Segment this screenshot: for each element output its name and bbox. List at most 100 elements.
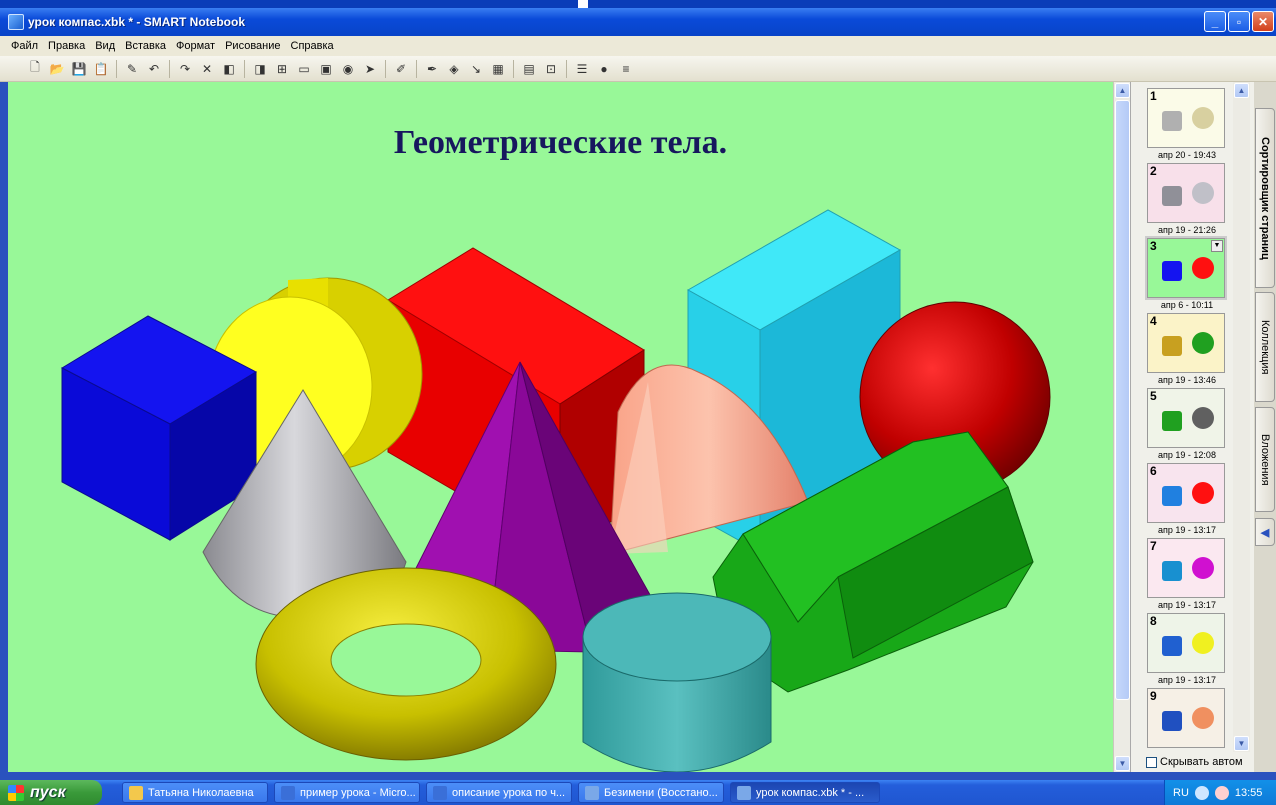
clock[interactable]: 13:55 <box>1235 787 1263 799</box>
select-arrow-icon[interactable]: ➤ <box>362 61 378 77</box>
thumbnail-shape <box>1192 332 1214 354</box>
more-icon[interactable]: ≡ <box>618 61 634 77</box>
page-thumbnail[interactable]: 1 апр 20 - 19:43 <box>1147 88 1225 160</box>
toolbar-separator <box>116 59 117 78</box>
network-icon[interactable] <box>1194 785 1209 800</box>
page-thumbnail[interactable]: 6 апр 19 - 13:17 <box>1147 463 1225 535</box>
taskbar-button-label: Безимени (Восстано... <box>604 786 718 799</box>
page-thumbnail[interactable]: 2 апр 19 - 21:26 <box>1147 163 1225 235</box>
creative-pen-icon[interactable]: ✒ <box>424 61 440 77</box>
screen-shade-icon[interactable]: ▭ <box>296 61 312 77</box>
page-number: 3 <box>1150 239 1157 253</box>
prev-page-icon[interactable]: ◧ <box>221 61 237 77</box>
camera-icon[interactable]: ◉ <box>340 61 356 77</box>
scroll-down-button[interactable]: ▼ <box>1115 756 1130 771</box>
tab-page-sorter-label: Сортировщик страниц <box>1259 136 1271 260</box>
back-arrow-icon[interactable]: ◀ <box>1255 518 1275 546</box>
thumbnail-shape <box>1192 482 1214 504</box>
auto-hide-option[interactable]: Скрывать автом <box>1142 752 1254 772</box>
page-date-label: апр 19 - 13:17 <box>1158 675 1216 685</box>
close-button[interactable]: ✕ <box>1252 11 1274 32</box>
paste-icon[interactable]: 📋 <box>93 61 109 77</box>
sorter-scroll-down-button[interactable]: ▼ <box>1234 736 1249 751</box>
page-thumbnail[interactable]: 7 апр 19 - 13:17 <box>1147 538 1225 610</box>
menu-item-0[interactable]: Файл <box>6 40 43 52</box>
page-number: 1 <box>1150 89 1157 103</box>
language-indicator[interactable]: RU <box>1173 787 1189 799</box>
page-thumbnail[interactable]: 3 ▼ апр 6 - 10:11 <box>1145 236 1227 310</box>
page-thumbnail[interactable]: 4 апр 19 - 13:46 <box>1147 313 1225 385</box>
geometric-shapes-illustration[interactable] <box>8 82 1113 772</box>
thumbnail-shape <box>1162 561 1182 581</box>
eraser-icon[interactable]: ◈ <box>446 61 462 77</box>
sorter-scrollbar[interactable]: ▲ ▼ <box>1233 82 1250 752</box>
app-icon <box>281 785 295 800</box>
system-tray: RU 13:55 <box>1164 780 1276 805</box>
page-thumbnail[interactable]: 9 <box>1147 688 1225 748</box>
page-number: 2 <box>1150 164 1157 178</box>
menu-item-5[interactable]: Рисование <box>220 40 285 52</box>
taskbar-button[interactable]: урок компас.xbk * - ... <box>730 782 880 803</box>
windows-flag-icon <box>8 784 24 801</box>
toolbar-separator <box>169 59 170 78</box>
tab-attachments[interactable]: Вложения <box>1255 407 1275 512</box>
minimize-button[interactable]: _ <box>1204 11 1226 32</box>
canvas-vertical-scrollbar[interactable]: ▲ ▼ <box>1113 82 1130 772</box>
thumbnail-shape <box>1162 636 1182 656</box>
new-file-icon[interactable]: 🗋 <box>27 60 43 77</box>
slide-title[interactable]: Геометрические тела. <box>8 124 1113 162</box>
taskbar-button[interactable]: Безимени (Восстано... <box>578 782 724 803</box>
taskbar-button[interactable]: описание урока по ч... <box>426 782 572 803</box>
menu-item-6[interactable]: Справка <box>286 40 339 52</box>
redo-icon[interactable]: ↷ <box>177 61 193 77</box>
delete-icon[interactable]: ✕ <box>199 61 215 77</box>
group-icon[interactable]: ⊡ <box>543 61 559 77</box>
add-page-icon[interactable]: ⊞ <box>274 61 290 77</box>
shape-icon[interactable]: ● <box>596 61 612 77</box>
toolbar-separator <box>566 59 567 78</box>
title-bar[interactable]: урок компас.xbk * - SMART Notebook _ ▫ ✕ <box>0 8 1276 36</box>
page-thumbnail[interactable]: 8 апр 19 - 13:17 <box>1147 613 1225 685</box>
menu-item-2[interactable]: Вид <box>90 40 120 52</box>
taskbar: пуск Татьяна Николаевна пример урока - Mi… <box>0 780 1276 805</box>
tab-page-sorter[interactable]: Сортировщик страниц <box>1255 108 1275 288</box>
line-icon[interactable]: ↘ <box>468 61 484 77</box>
tab-attachments-label: Вложения <box>1259 433 1271 486</box>
maximize-button[interactable]: ▫ <box>1228 11 1250 32</box>
magic-pen-icon[interactable]: ✎ <box>124 61 140 77</box>
full-screen-icon[interactable]: ▣ <box>318 61 334 77</box>
antivirus-icon[interactable] <box>1214 785 1229 800</box>
undo-icon[interactable]: ↶ <box>146 61 162 77</box>
tab-gallery[interactable]: Коллекция <box>1255 292 1275 402</box>
slide-canvas[interactable]: Геометрические тела. <box>8 82 1113 772</box>
save-icon[interactable]: 💾 <box>71 61 87 77</box>
taskbar-button[interactable]: пример урока - Micro... <box>274 782 420 803</box>
auto-hide-checkbox[interactable] <box>1146 756 1157 768</box>
open-folder-icon[interactable]: 📂 <box>49 61 65 77</box>
app-icon <box>8 14 24 30</box>
side-tabs: Сортировщик страниц Коллекция Вложения ◀ <box>1254 82 1276 772</box>
thumbnail-shape <box>1162 711 1182 731</box>
app-icon <box>737 785 751 800</box>
menu-item-3[interactable]: Вставка <box>120 40 171 52</box>
page-number: 5 <box>1150 389 1157 403</box>
page-date-label: апр 19 - 13:17 <box>1158 525 1216 535</box>
taskbar-button[interactable]: Татьяна Николаевна <box>122 782 268 803</box>
next-page-icon[interactable]: ◨ <box>252 61 268 77</box>
start-button[interactable]: пуск <box>0 780 102 805</box>
thumbnail-shape <box>1162 336 1182 356</box>
menu-item-4[interactable]: Формат <box>171 40 220 52</box>
fill-color-icon[interactable]: ▦ <box>490 61 506 77</box>
properties-icon[interactable]: ▤ <box>521 61 537 77</box>
page-number: 6 <box>1150 464 1157 478</box>
page-menu-dropdown-icon[interactable]: ▼ <box>1211 240 1223 252</box>
menu-item-1[interactable]: Правка <box>43 40 90 52</box>
sorter-scroll-up-button[interactable]: ▲ <box>1234 83 1249 98</box>
table-icon[interactable]: ☰ <box>574 61 590 77</box>
scroll-up-button[interactable]: ▲ <box>1115 83 1130 98</box>
scroll-thumb[interactable] <box>1115 100 1130 700</box>
pen-icon[interactable]: ✐ <box>393 61 409 77</box>
page-thumbnail[interactable]: 5 апр 19 - 12:08 <box>1147 388 1225 460</box>
page-date-label: апр 20 - 19:43 <box>1158 150 1216 160</box>
page-number: 8 <box>1150 614 1157 628</box>
